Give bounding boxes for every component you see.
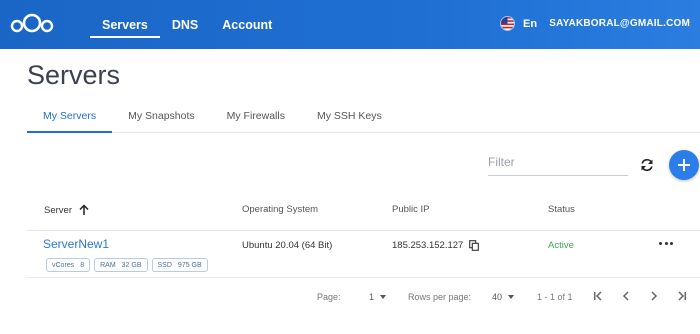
us-flag-icon [500, 16, 515, 31]
page-label: Page: [317, 292, 341, 302]
rows-per-page-label: Rows per page: [408, 292, 472, 302]
page-select[interactable]: 1 [369, 292, 387, 302]
spec-chip-vcores: vCores 8 [46, 258, 91, 272]
server-spec-chips: vCores 8 RAM 32 GB SSD 975 GB [46, 258, 212, 272]
last-page-icon[interactable] [675, 289, 689, 303]
spec-chip-label: SSD [157, 261, 172, 269]
server-name-link[interactable]: ServerNew1 [43, 237, 109, 251]
filter-field [488, 150, 628, 176]
rows-per-page-select[interactable]: 40 [492, 292, 515, 302]
account-email-menu[interactable]: SAYAKBORAL@GMAIL.COM [549, 18, 690, 29]
nextcloud-logo[interactable] [8, 12, 56, 36]
nav-item-servers[interactable]: Servers [90, 0, 160, 49]
language-label: En [523, 17, 538, 30]
spec-chip-label: vCores [52, 261, 75, 269]
server-ip: 185.253.152.127 [392, 240, 464, 251]
previous-page-icon[interactable] [619, 289, 633, 303]
column-header-ip: Public IP [392, 204, 430, 215]
column-header-server-label: Server [44, 204, 72, 216]
tab-my-firewalls[interactable]: My Firewalls [211, 100, 301, 132]
column-header-os: Operating System [242, 204, 319, 215]
copy-icon[interactable] [469, 240, 480, 251]
dot [670, 241, 673, 245]
server-os: Ubuntu 20.04 (64 Bit) [242, 240, 333, 251]
nav-item-dns[interactable]: DNS [160, 0, 210, 49]
spec-chip-label: RAM [100, 261, 116, 269]
sort-ascending-icon [79, 204, 89, 215]
add-server-button[interactable] [669, 150, 699, 180]
spec-chip-ram: RAM 32 GB [94, 258, 148, 272]
status-badge: Active [548, 240, 574, 251]
spec-chip-value: 32 GB [121, 261, 142, 269]
next-page-icon[interactable] [647, 289, 661, 303]
page-select-value: 1 [369, 292, 375, 302]
dropdown-caret-icon [380, 295, 387, 299]
page-title: Servers [27, 60, 121, 90]
servers-tabs: My Servers My Snapshots My Firewalls My … [27, 100, 700, 133]
dropdown-caret-icon [508, 295, 515, 299]
table-header-divider [27, 230, 700, 231]
main-nav: Servers DNS Account [90, 0, 284, 49]
spec-chip-ssd: SSD 975 GB [151, 258, 208, 272]
tab-my-snapshots[interactable]: My Snapshots [112, 100, 211, 132]
language-selector[interactable]: En [500, 16, 537, 31]
first-page-icon[interactable] [591, 289, 605, 303]
dot [659, 241, 662, 245]
column-header-status: Status [548, 204, 575, 215]
plus-icon [678, 159, 690, 171]
table-row-divider [27, 277, 700, 278]
spec-chip-value: 8 [80, 261, 85, 269]
filter-input[interactable] [488, 150, 628, 174]
dot [664, 241, 668, 245]
rows-per-page-value: 40 [492, 292, 503, 302]
column-header-server[interactable]: Server [44, 204, 89, 216]
server-ip-cell: 185.253.152.127 [392, 240, 480, 251]
nav-item-account[interactable]: Account [210, 0, 284, 49]
pagination-range: 1 - 1 of 1 [537, 292, 573, 302]
tab-my-servers[interactable]: My Servers [27, 100, 113, 133]
refresh-icon[interactable] [639, 157, 655, 173]
more-options-icon[interactable] [659, 238, 673, 248]
top-navbar: Servers DNS Account En SAYAKBORAL@GMAIL.… [0, 0, 700, 49]
tab-my-ssh-keys[interactable]: My SSH Keys [301, 100, 398, 132]
spec-chip-value: 975 GB [177, 261, 202, 269]
